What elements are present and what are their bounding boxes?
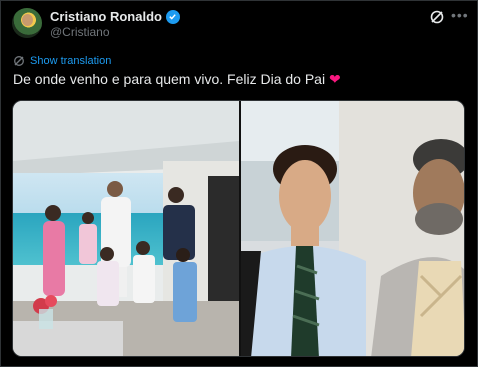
author-row: Cristiano Ronaldo bbox=[50, 9, 180, 24]
translate-icon bbox=[14, 56, 24, 66]
more-icon[interactable]: ••• bbox=[451, 7, 469, 23]
translate-row[interactable]: Show translation bbox=[13, 55, 111, 67]
grok-icon[interactable] bbox=[429, 9, 445, 25]
photo-family-yacht[interactable] bbox=[13, 101, 239, 357]
author-name[interactable]: Cristiano Ronaldo bbox=[50, 9, 162, 24]
tweet-card[interactable]: Cristiano Ronaldo @Cristiano ••• Show tr… bbox=[0, 0, 478, 367]
photo-with-father[interactable] bbox=[241, 101, 465, 357]
heart-emoji: ❤ bbox=[328, 71, 341, 87]
verified-badge-icon bbox=[165, 9, 180, 24]
avatar[interactable] bbox=[12, 8, 42, 38]
author-handle[interactable]: @Cristiano bbox=[50, 25, 110, 39]
tweet-text-body: De onde venho e para quem vivo. Feliz Di… bbox=[13, 71, 326, 87]
tweet-text: De onde venho e para quem vivo. Feliz Di… bbox=[13, 71, 341, 88]
show-translation-link[interactable]: Show translation bbox=[30, 55, 111, 67]
media-grid bbox=[12, 100, 465, 357]
